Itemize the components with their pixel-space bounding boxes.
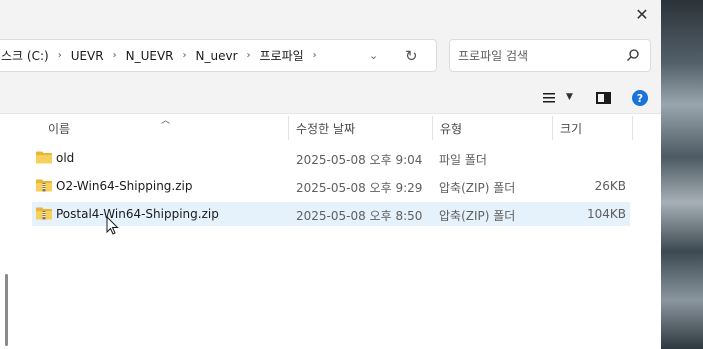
- breadcrumb-n-uevr[interactable]: N_UEVR: [126, 49, 174, 63]
- column-header-date[interactable]: 수정한 날짜: [296, 120, 355, 137]
- column-divider[interactable]: [552, 116, 553, 140]
- help-icon[interactable]: ?: [632, 90, 648, 106]
- zip-folder-icon: [36, 207, 52, 220]
- file-date: 2025-05-08 오후 9:04: [296, 153, 423, 167]
- title-bar: ✕: [0, 0, 661, 30]
- file-row[interactable]: O2-Win64-Shipping.zip 2025-05-08 오후 9:29…: [32, 174, 630, 198]
- address-bar[interactable]: 스크 (C:) › UEVR › N_UEVR › N_uevr › 프로파일 …: [0, 39, 437, 72]
- refresh-icon[interactable]: ↻: [405, 47, 418, 65]
- file-row[interactable]: old 2025-05-08 오후 9:04 파일 폴더: [32, 146, 630, 170]
- column-header-name[interactable]: 이름: [48, 120, 70, 137]
- address-history-dropdown-icon[interactable]: ⌄: [369, 49, 378, 62]
- column-divider[interactable]: [632, 116, 633, 140]
- file-date: 2025-05-08 오후 9:29: [296, 181, 423, 195]
- mouse-cursor-icon: [106, 216, 119, 235]
- search-input[interactable]: [458, 47, 618, 65]
- file-date: 2025-05-08 오후 8:50: [296, 209, 423, 223]
- close-icon: ✕: [635, 4, 649, 24]
- zip-folder-icon: [36, 179, 52, 192]
- folder-icon: [36, 151, 52, 164]
- file-type: 압축(ZIP) 폴더: [439, 181, 516, 195]
- file-type: 파일 폴더: [439, 153, 487, 167]
- navigation-bar: 스크 (C:) › UEVR › N_UEVR › N_uevr › 프로파일 …: [0, 30, 661, 82]
- file-name[interactable]: old: [56, 151, 74, 165]
- scrollbar-thumb[interactable]: [5, 274, 8, 346]
- close-button[interactable]: ✕: [627, 0, 657, 28]
- file-name[interactable]: O2-Win64-Shipping.zip: [56, 179, 192, 193]
- chevron-right-icon[interactable]: ›: [313, 50, 317, 61]
- vertical-scrollbar[interactable]: [0, 114, 12, 349]
- file-explorer-window: ✕ 스크 (C:) › UEVR › N_UEVR › N_uevr › 프로파…: [0, 0, 661, 349]
- search-icon[interactable]: [626, 48, 640, 62]
- file-type: 압축(ZIP) 폴더: [439, 209, 516, 223]
- chevron-right-icon[interactable]: ›: [58, 50, 62, 61]
- column-header-size[interactable]: 크기: [560, 120, 582, 137]
- file-size: 26KB: [594, 179, 626, 193]
- breadcrumb-uevr[interactable]: UEVR: [71, 49, 104, 63]
- chevron-right-icon[interactable]: ›: [247, 50, 251, 61]
- file-name[interactable]: Postal4-Win64-Shipping.zip: [56, 207, 219, 221]
- search-box[interactable]: [449, 39, 651, 72]
- breadcrumb-n-uevr-lower[interactable]: N_uevr: [196, 49, 238, 63]
- command-bar: ▼ ?: [0, 82, 661, 114]
- list-view-icon[interactable]: [541, 92, 557, 104]
- chevron-right-icon[interactable]: ›: [183, 50, 187, 61]
- desktop-wallpaper: [660, 0, 703, 349]
- breadcrumb-profile[interactable]: 프로파일: [260, 47, 304, 64]
- column-divider[interactable]: [432, 116, 433, 140]
- view-options-dropdown-icon[interactable]: ▼: [566, 92, 573, 102]
- file-size: 104KB: [586, 207, 626, 221]
- column-header-type[interactable]: 유형: [440, 120, 462, 137]
- file-row-selected[interactable]: Postal4-Win64-Shipping.zip 2025-05-08 오후…: [32, 202, 630, 226]
- chevron-right-icon[interactable]: ›: [113, 50, 117, 61]
- sort-ascending-icon: ︿: [161, 116, 171, 126]
- file-list-pane: ︿ 이름 수정한 날짜 유형 크기 old 2025-05-08 오후 9:04…: [0, 114, 661, 349]
- details-pane-icon[interactable]: [596, 92, 611, 104]
- breadcrumb-drive[interactable]: 스크 (C:): [1, 47, 49, 64]
- column-header: ︿ 이름 수정한 날짜 유형 크기: [0, 114, 661, 142]
- column-divider[interactable]: [288, 116, 289, 140]
